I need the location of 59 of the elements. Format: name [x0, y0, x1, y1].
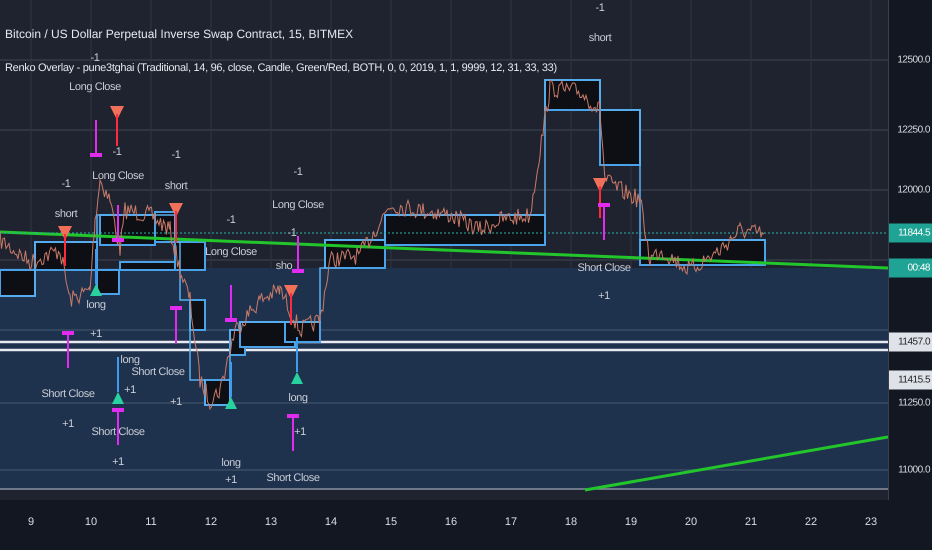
signal-label: +1 — [90, 328, 102, 340]
price-badge: 11457.0 — [889, 332, 932, 352]
indicator-legend: Renko Overlay - pune3tghai (Traditional, 14, 96, close, Candle, Green/Red, BOTH, 0, 0, 2019, 1, 1, 9999, 12, 31, 33, 33) — [5, 62, 557, 74]
price-label: 12250.0 — [897, 124, 930, 136]
date-label: 13 — [264, 516, 278, 528]
date-label: 20 — [684, 516, 698, 528]
date-label: 18 — [564, 516, 578, 528]
signal-label: -1 — [294, 166, 302, 178]
price-label: 12000.0 — [897, 184, 930, 196]
date-label: 19 — [624, 516, 638, 528]
date-label: 10 — [84, 516, 98, 528]
signal-label: -1 — [226, 214, 236, 226]
signal-label: long — [120, 354, 140, 366]
signal-label: Long Close — [272, 199, 324, 211]
signal-label: Short Close — [91, 426, 145, 438]
price-label: 12500.0 — [897, 54, 930, 66]
signal-label: short — [588, 32, 612, 44]
chart-title: Bitcoin / US Dollar Perpetual Inverse Swap Contract, 15, BITMEX — [5, 27, 354, 41]
signal-label: long — [86, 299, 106, 311]
signal-label: -1 — [90, 52, 100, 64]
price-label: 11000.0 — [898, 464, 930, 476]
signal-label: Long Close — [69, 81, 121, 93]
date-label: 11 — [145, 516, 157, 528]
signal-label: Short Close — [131, 366, 185, 378]
signal-label: Short Close — [577, 262, 631, 274]
signal-label: Long Close — [92, 170, 144, 182]
signal-label: +1 — [170, 396, 182, 408]
date-label: 21 — [744, 516, 758, 528]
date-label: 9 — [28, 516, 34, 528]
signal-label: short — [164, 180, 188, 192]
price-badge: 00:48 — [889, 258, 932, 278]
signal-label: +1 — [124, 384, 136, 396]
date-label: 22 — [804, 516, 818, 528]
signal-label: +1 — [112, 456, 124, 468]
signal-label: +1 — [598, 290, 610, 302]
signal-label: -1 — [288, 227, 296, 239]
price-label: 11250.0 — [898, 398, 930, 408]
signal-label: long — [221, 457, 241, 469]
signal-label: sho — [276, 260, 292, 272]
date-label: 17 — [504, 516, 518, 528]
price-badge: 11415.5 — [889, 370, 932, 390]
signal-label: -1 — [62, 178, 70, 190]
signal-label: +1 — [294, 426, 306, 438]
price-badge: 11844.5 — [889, 224, 932, 242]
signal-label: -1 — [112, 146, 122, 158]
signal-label: Long Close — [205, 246, 257, 258]
signal-label: -1 — [172, 149, 180, 161]
date-label: 12 — [204, 516, 218, 528]
signal-label: -1 — [596, 2, 604, 14]
signal-label: +1 — [225, 474, 237, 486]
date-label: 15 — [384, 516, 398, 528]
signal-label: short — [54, 208, 78, 220]
date-label: 14 — [324, 516, 338, 528]
signal-label: Short Close — [266, 472, 320, 484]
signal-label: long — [288, 392, 308, 404]
date-label: 16 — [444, 516, 458, 528]
signal-label: Short Close — [41, 388, 95, 400]
date-label: 23 — [864, 516, 878, 528]
signal-label: +1 — [62, 418, 74, 430]
